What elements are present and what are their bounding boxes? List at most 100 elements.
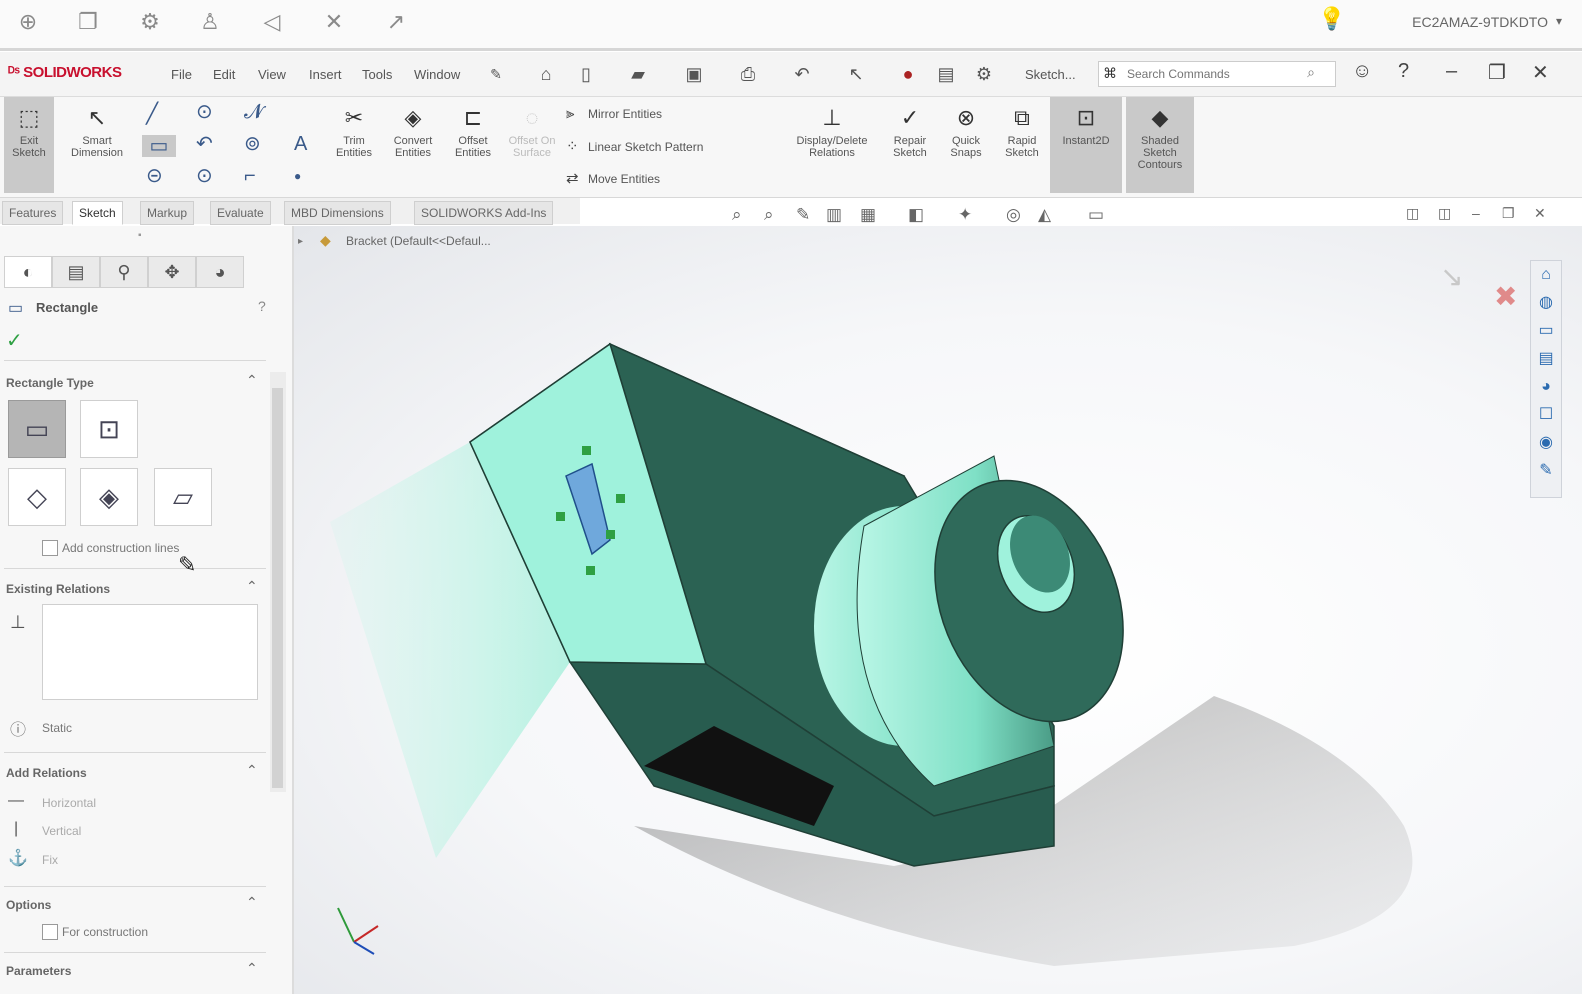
menu-edit[interactable]: Edit — [213, 67, 235, 82]
ok-checkmark-icon[interactable]: ✓ — [6, 328, 23, 353]
horizontal-relation-icon[interactable]: — — [8, 792, 24, 810]
vertical-relation-label[interactable]: Vertical — [42, 824, 81, 838]
arc-tool-icon[interactable]: ↶ — [196, 133, 213, 155]
gear-icon[interactable]: ⚙ — [136, 8, 164, 36]
three-point-corner-rectangle-icon[interactable]: ◇ — [8, 468, 66, 526]
cube-icon[interactable]: ❐ — [74, 8, 102, 36]
tab-features[interactable]: Features — [2, 201, 64, 225]
community-icon[interactable]: ◉ — [1531, 429, 1561, 457]
resources-task-icon[interactable]: ◍ — [1531, 289, 1561, 317]
viewport-split-icon[interactable]: ◫ — [1438, 205, 1451, 222]
restore-icon[interactable]: ❐ — [1488, 60, 1506, 85]
rapid-sketch-button[interactable]: ⧉ Rapid Sketch — [996, 97, 1048, 193]
instant2d-button[interactable]: ⊡ Instant2D — [1050, 97, 1122, 193]
account-icon[interactable]: ☺ — [1352, 60, 1372, 83]
open-folder-icon[interactable]: ▰ — [626, 62, 650, 86]
for-construction-checkbox[interactable] — [42, 924, 58, 940]
line-tool-icon[interactable]: ╱ — [146, 103, 158, 125]
traffic-light-icon[interactable]: ● — [896, 62, 920, 86]
spline-tool-icon[interactable]: 𝓝 — [244, 101, 263, 123]
dimxpert-manager-tab-icon[interactable]: ✥ — [148, 256, 196, 288]
vertical-relation-icon[interactable]: | — [14, 820, 18, 838]
existing-relations-list[interactable] — [42, 604, 258, 700]
collapse-add-relations-icon[interactable]: ⌃ — [246, 762, 258, 779]
dynamic-annotation-icon[interactable]: ▦ — [860, 205, 876, 225]
fillet-tool-icon[interactable]: ⌐ — [244, 165, 256, 187]
slot-tool-icon[interactable]: ⊝ — [146, 165, 163, 187]
pin-icon[interactable]: ✎ — [484, 62, 508, 86]
menu-file[interactable]: File — [171, 67, 192, 82]
menu-window[interactable]: Window — [414, 67, 460, 82]
print-icon[interactable]: ⎙ — [736, 62, 760, 86]
forum-icon[interactable]: ✎ — [1531, 457, 1561, 485]
convert-entities-button[interactable]: ◈ Convert Entities — [384, 97, 442, 193]
undo-icon[interactable]: ↶ — [790, 62, 814, 86]
previous-view-icon[interactable]: ✎ — [796, 205, 810, 225]
select-pointer-icon[interactable]: ↖ — [844, 62, 868, 86]
machine-dropdown-icon[interactable]: ▾ — [1556, 14, 1562, 28]
parallelogram-icon[interactable]: ▱ — [154, 468, 212, 526]
model-canvas[interactable]: ↘ ✖ — [294, 226, 1582, 994]
circle-tool-icon[interactable]: ⊙ — [196, 101, 213, 123]
fix-relation-label[interactable]: Fix — [42, 853, 58, 867]
zoom-to-area-icon[interactable]: ⌕ — [764, 205, 774, 225]
menu-insert[interactable]: Insert — [309, 67, 342, 82]
add-construction-lines-checkbox[interactable] — [42, 540, 58, 556]
panel-collapse-icon[interactable]: ▪ — [138, 230, 142, 241]
collapse-rectangle-type-icon[interactable]: ⌃ — [246, 372, 258, 389]
app-logo[interactable]: ᴰˢ SOLIDWORKS — [8, 64, 122, 81]
appearances-icon[interactable]: ◕ — [1531, 373, 1561, 401]
corner-rectangle-icon[interactable]: ▭ — [8, 400, 66, 458]
tab-sketch[interactable]: Sketch — [72, 201, 123, 225]
new-document-icon[interactable]: ▯ — [574, 62, 598, 86]
offset-on-surface-button[interactable]: ◌ Offset On Surface — [506, 97, 558, 193]
search-input[interactable] — [1125, 62, 1299, 86]
zoom-to-fit-icon[interactable]: ⌕ — [732, 205, 742, 225]
tab-evaluate[interactable]: Evaluate — [210, 201, 271, 225]
display-manager-tab-icon[interactable]: ◕ — [196, 256, 244, 288]
display-style-icon[interactable]: ✦ — [958, 205, 972, 225]
configuration-manager-tab-icon[interactable]: ⚲ — [100, 256, 148, 288]
minimize-icon[interactable]: – — [1446, 60, 1457, 83]
horizontal-relation-label[interactable]: Horizontal — [42, 796, 96, 810]
fix-relation-icon[interactable]: ⚓ — [8, 848, 28, 868]
save-icon[interactable]: ▣ — [682, 62, 706, 86]
sketch-dropdown[interactable]: Sketch... — [1025, 67, 1076, 82]
exit-sketch-button[interactable]: ⬚ Exit Sketch — [4, 97, 54, 193]
repair-sketch-button[interactable]: ✓ Repair Sketch — [884, 97, 936, 193]
panel-scrollbar[interactable] — [270, 372, 286, 792]
polygon-tool-icon[interactable]: ⊚ — [244, 133, 261, 155]
offset-entities-button[interactable]: ⊏ Offset Entities — [446, 97, 500, 193]
pointer-icon[interactable]: ↗ — [382, 8, 410, 36]
options-header[interactable]: Options — [6, 898, 51, 912]
move-entities-button[interactable]: ⇄ Move Entities — [566, 169, 660, 187]
collapse-options-icon[interactable]: ⌃ — [246, 894, 258, 911]
existing-relations-header[interactable]: Existing Relations — [6, 582, 110, 596]
edit-appearance-icon[interactable]: ◭ — [1038, 205, 1051, 225]
rectangle-type-header[interactable]: Rectangle Type — [6, 376, 94, 390]
point-tool-icon[interactable]: ● — [294, 165, 301, 187]
viewport-expand-icon[interactable]: ◫ — [1406, 205, 1419, 222]
collapse-parameters-icon[interactable]: ⌃ — [246, 960, 258, 977]
text-tool-icon[interactable]: A — [294, 133, 307, 155]
home-icon[interactable]: ⌂ — [534, 62, 558, 86]
property-manager-tab-icon[interactable]: ▤ — [52, 256, 100, 288]
view-settings-icon[interactable]: ▭ — [1088, 205, 1104, 225]
menu-view[interactable]: View — [258, 67, 286, 82]
collapse-existing-relations-icon[interactable]: ⌃ — [246, 578, 258, 595]
search-box[interactable]: ⌘ ⌕ — [1098, 61, 1336, 87]
parameters-header[interactable]: Parameters — [6, 964, 71, 978]
display-delete-relations-button[interactable]: ⊥ Display/Delete Relations — [782, 97, 882, 193]
navigate-icon[interactable]: ⊕ — [14, 8, 42, 36]
viewport-restore-icon[interactable]: ❐ — [1502, 205, 1515, 222]
design-library-icon[interactable]: ▭ — [1531, 317, 1561, 345]
machine-name[interactable]: EC2AMAZ-9TDKDTO — [1412, 14, 1548, 30]
tab-solidworks-add-ins[interactable]: SOLIDWORKS Add-Ins — [414, 201, 554, 225]
viewport-minimize-icon[interactable]: – — [1472, 205, 1480, 221]
close-icon[interactable]: ✕ — [1532, 60, 1549, 85]
file-explorer-icon[interactable]: ▤ — [1531, 345, 1561, 373]
tab-markup[interactable]: Markup — [140, 201, 195, 225]
search-icon[interactable]: ⌕ — [1307, 64, 1315, 81]
view-orientation-icon[interactable]: ◧ — [908, 205, 924, 225]
point-circle-tool-icon[interactable]: ⊙ — [196, 165, 213, 187]
